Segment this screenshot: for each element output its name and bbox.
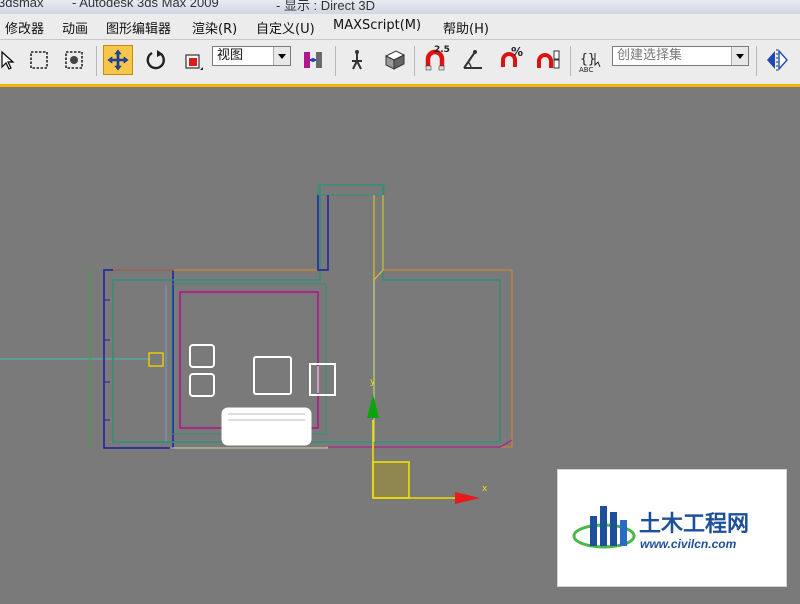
chair-bottom xyxy=(189,373,215,397)
named-selection-set-dropdown[interactable]: 创建选择集 xyxy=(612,46,749,66)
move-arrows-icon xyxy=(107,49,129,71)
percent-snap-toggle-button[interactable]: % xyxy=(496,45,526,75)
reference-coordinate-value: 视图 xyxy=(217,48,244,63)
menu-modifiers[interactable]: 修改器 xyxy=(5,18,44,37)
menu-help[interactable]: 帮助(H) xyxy=(443,18,489,37)
window-crossing-button[interactable] xyxy=(60,45,90,75)
toolbar-separator xyxy=(414,46,415,76)
keyboard-shortcut-override-button[interactable] xyxy=(380,45,410,75)
select-and-manipulate-button[interactable] xyxy=(342,45,372,75)
outer-wall xyxy=(112,184,501,443)
chevron-down-icon[interactable] xyxy=(731,47,748,65)
menu-graph-editors[interactable]: 图形编辑器 xyxy=(106,18,171,37)
rectangle-select-icon xyxy=(30,51,48,69)
percent-snap-label: % xyxy=(511,45,524,59)
spinner-snap-toggle-button[interactable] xyxy=(533,45,563,75)
window-titlebar: 3dsmax - Autodesk 3ds Max 2009 - 显示 : Di… xyxy=(0,0,800,14)
select-object-button[interactable] xyxy=(0,45,22,75)
side-cabinet xyxy=(309,363,336,396)
outline-purple xyxy=(328,439,513,448)
select-and-scale-button[interactable] xyxy=(178,45,208,75)
rotate-icon xyxy=(146,50,165,70)
gizmo-y-label: y xyxy=(370,377,376,387)
edit-named-selection-button[interactable]: {} ABC xyxy=(576,45,606,75)
toolbar-separator xyxy=(570,46,571,76)
main-toolbar: 视图 2.5 % {} ABC 创建选择集 xyxy=(0,40,800,84)
watermark-site-name: 土木工程网 xyxy=(639,511,750,536)
named-selection-placeholder: 创建选择集 xyxy=(617,48,683,63)
svg-text:{}: {} xyxy=(580,52,596,67)
gizmo-x-arrow[interactable] xyxy=(455,492,480,504)
wall-top-cap xyxy=(317,184,385,196)
chair-top xyxy=(189,344,215,368)
menu-animation[interactable]: 动画 xyxy=(62,18,88,37)
toolbar-separator xyxy=(96,46,97,76)
site-watermark: 土木工程网 www.civilcn.com xyxy=(557,469,787,587)
window-display-mode: - 显示 : Direct 3D xyxy=(276,0,375,13)
keyboard-override-icon xyxy=(384,50,406,70)
scale-icon xyxy=(185,54,203,70)
watermark-url: www.civilcn.com xyxy=(640,537,737,551)
select-and-move-button[interactable] xyxy=(103,45,133,75)
cursor-arrow-icon xyxy=(1,50,15,70)
gizmo-plane-handle[interactable] xyxy=(372,461,410,499)
select-and-rotate-button[interactable] xyxy=(141,45,171,75)
manipulate-icon xyxy=(352,50,362,70)
corridor-wall-right xyxy=(373,195,384,281)
toolbar-separator xyxy=(335,46,336,76)
angle-snap-icon xyxy=(463,50,482,69)
menu-rendering[interactable]: 渲染(R) xyxy=(192,18,237,37)
menu-bar: 修改器 动画 图形编辑器 渲染(R) 自定义(U) MAXScript(M) 帮… xyxy=(0,14,800,40)
selected-object-marker[interactable] xyxy=(148,352,164,367)
window-title: - Autodesk 3ds Max 2009 xyxy=(72,0,219,10)
chevron-down-icon[interactable] xyxy=(273,47,290,65)
angle-snap-toggle-button[interactable] xyxy=(458,45,488,75)
reference-coordinate-dropdown[interactable]: 视图 xyxy=(212,46,291,66)
window-app-name: 3dsmax xyxy=(0,0,44,10)
toolbar-separator xyxy=(756,46,757,76)
civilcn-logo-icon xyxy=(572,506,636,549)
gizmo-y-arrow[interactable] xyxy=(367,394,379,418)
select-region-rect-button[interactable] xyxy=(24,45,54,75)
gizmo-x-label: x xyxy=(482,484,488,494)
mirror-button[interactable] xyxy=(762,45,792,75)
use-pivot-center-button[interactable] xyxy=(299,45,329,75)
pivot-center-icon xyxy=(304,52,322,68)
window-crossing-icon xyxy=(65,51,83,69)
snap-dimension-label: 2.5 xyxy=(434,45,450,55)
spinner-magnet-icon xyxy=(537,50,560,69)
coffee-table xyxy=(253,356,292,395)
snaps-toggle-button[interactable]: 2.5 xyxy=(420,45,450,75)
menu-customize[interactable]: 自定义(U) xyxy=(256,18,315,37)
menu-maxscript[interactable]: MAXScript(M) xyxy=(333,18,421,33)
mirror-icon xyxy=(767,49,788,71)
abc-label: ABC xyxy=(579,66,594,74)
